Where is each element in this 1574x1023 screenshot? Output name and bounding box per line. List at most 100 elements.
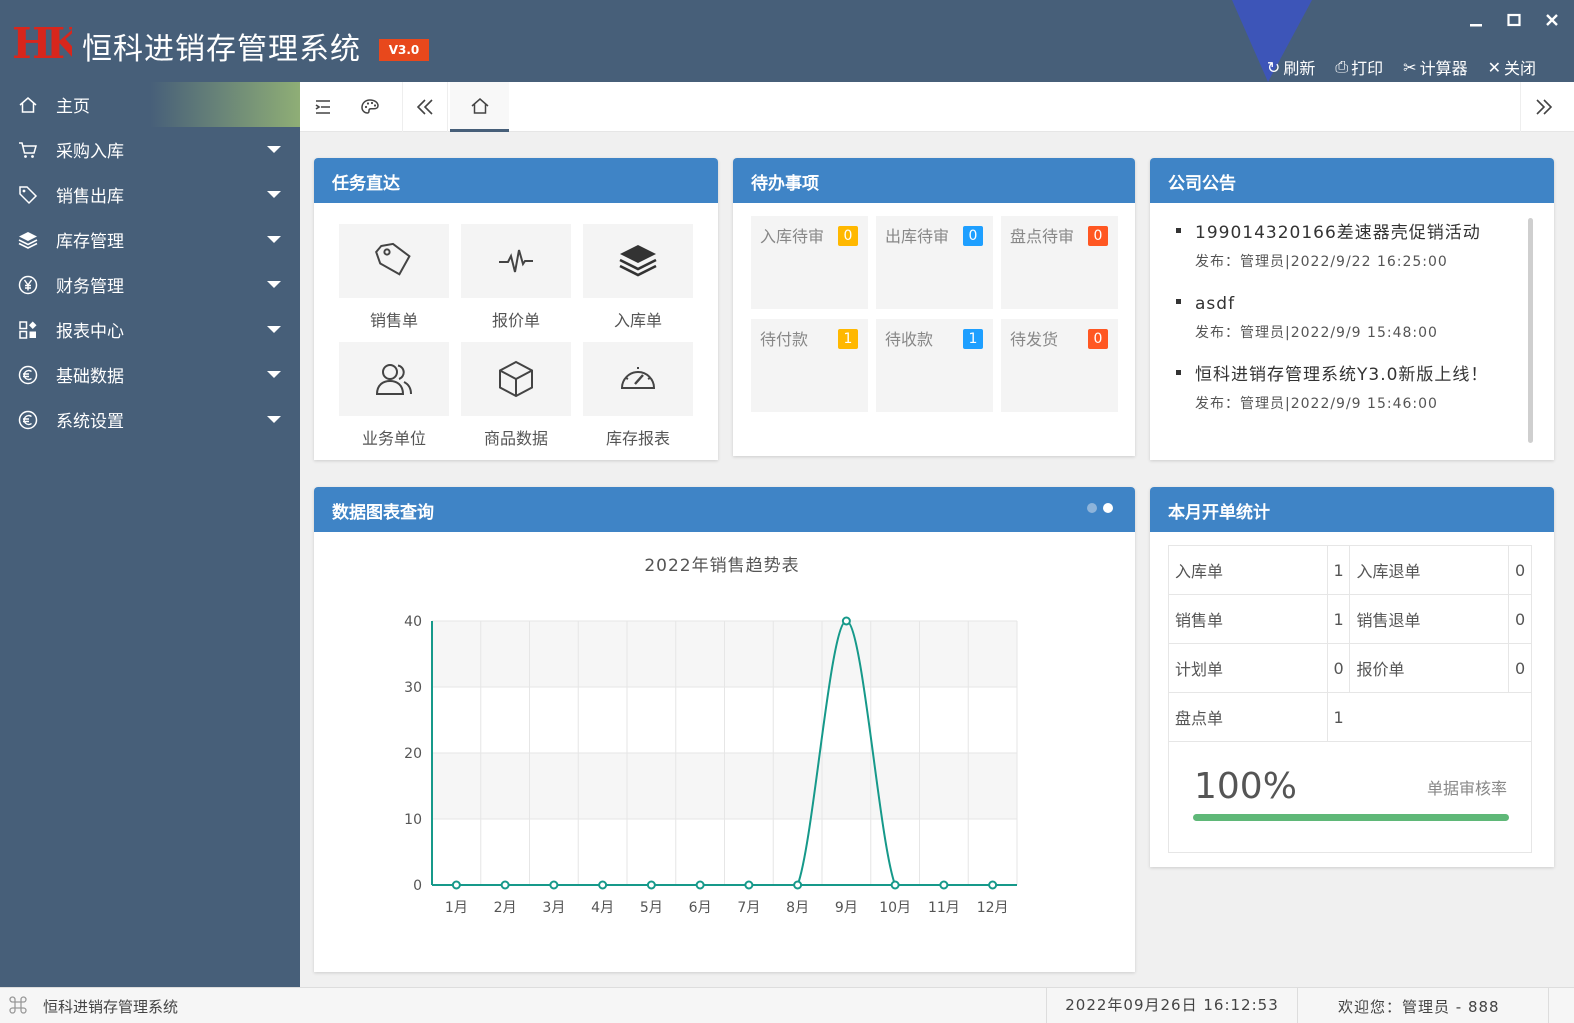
notice-panel-title: 公司公告 [1150,158,1554,203]
chart-point[interactable] [646,880,656,890]
chart-y-tick-label: 40 [404,614,422,630]
sidebar-item-purchase[interactable]: 采购入库 [0,127,300,172]
todo-pending-receipt[interactable]: 待收款 1 [876,319,993,412]
chart-x-tick-label: 6月 [689,900,712,916]
todo-stock-in-review[interactable]: 入库待审 0 [751,216,868,309]
chart-y-tick-label: 0 [413,878,422,894]
todo-panel-title: 待办事项 [733,158,1135,203]
carousel-dot-active[interactable] [1103,503,1113,513]
notice-scrollbar[interactable] [1528,218,1533,443]
stats-row: 入库单 1 入库退单 0 [1168,545,1532,595]
chart-point[interactable] [939,880,949,890]
sidebar-item-label: 采购入库 [56,142,124,162]
sidebar-item-home[interactable]: 主页 [0,82,300,127]
sidebar-item-sales[interactable]: 销售出库 [0,172,300,217]
sidebar-item-settings[interactable]: 系统设置 [0,397,300,442]
stat-label: 入库单 [1168,545,1328,595]
toggle-sidebar-button[interactable] [308,82,338,132]
stat-value: 0 [1508,643,1532,693]
stat-value: 1 [1326,594,1351,644]
todo-pending-payment[interactable]: 待付款 1 [751,319,868,412]
cube-icon [499,360,533,398]
cart-icon [19,141,37,158]
sidebar-item-base-data[interactable]: 基础数据 [0,352,300,397]
todo-count-badge: 0 [963,226,983,246]
chart-x-tick-label: 7月 [737,900,760,916]
todo-pending-shipment[interactable]: 待发货 0 [1001,319,1118,412]
stats-row: 盘点单 1 [1168,692,1533,742]
refresh-button[interactable]: ↻ 刷新 [1267,55,1315,79]
sidebar-item-inventory[interactable]: 库存管理 [0,217,300,262]
theme-button[interactable] [355,82,385,132]
status-divider [1548,988,1549,1023]
todo-stock-out-review[interactable]: 出库待审 0 [876,216,993,309]
stat-value: 0 [1508,545,1532,595]
task-product-data[interactable]: 商品数据 [461,342,571,460]
caret-down-icon [267,371,281,378]
calculator-button[interactable]: ✂ 计算器 [1403,55,1467,79]
todo-label: 待付款 [760,330,809,349]
chart-point[interactable] [988,880,998,890]
status-datetime: 2022年09月26日 16:12:53 [1046,988,1298,1023]
stat-label: 销售退单 [1349,594,1509,644]
sidebar-item-reports[interactable]: 报表中心 [0,307,300,352]
sidebar-item-finance[interactable]: 财务管理 [0,262,300,307]
stat-label: 报价单 [1349,643,1509,693]
version-badge: V3.0 [379,39,429,61]
scroll-tabs-left-button[interactable] [402,82,448,132]
todo-panel: 待办事项 入库待审 0 出库待审 0 盘点待审 0 待付款 1 待收款 1 待发货 0 [733,158,1135,456]
todo-stocktake-review[interactable]: 盘点待审 0 [1001,216,1118,309]
chart-point[interactable] [890,880,900,890]
notice-meta: 发布：管理员|2022/9/9 15:48:00 [1195,325,1438,341]
task-stock-in[interactable]: 入库单 [583,224,693,342]
caret-down-icon [267,416,281,423]
chart-point[interactable] [695,880,705,890]
home-icon [19,96,37,113]
sidebar-item-label: 系统设置 [56,412,124,432]
notice-item[interactable]: 恒科进销存管理系统Y3.0新版上线！ 发布：管理员|2022/9/9 15:46… [1175,360,1525,418]
refresh-icon: ↻ [1266,57,1281,77]
task-business-unit[interactable]: 业务单位 [339,342,449,460]
print-icon: ⎙ [1335,57,1349,76]
task-sales-order[interactable]: 销售单 [339,224,449,342]
close-button[interactable]: ✕ 关闭 [1488,55,1536,79]
task-quote[interactable]: 报价单 [461,224,571,342]
notice-title: 199014320166差速器壳促销活动 [1195,223,1481,243]
notice-title: asdf [1195,294,1236,314]
chart-point[interactable] [793,880,803,890]
command-icon [9,996,27,1014]
close-label: 关闭 [1503,59,1536,78]
stats-panel-title: 本月开单统计 [1150,487,1554,532]
chart-y-tick-label: 10 [404,812,422,828]
notice-meta: 发布：管理员|2022/9/22 16:25:00 [1195,254,1448,270]
task-stock-report[interactable]: 库存报表 [583,342,693,460]
notice-item[interactable]: 199014320166差速器壳促销活动 发布：管理员|2022/9/22 16… [1175,218,1525,276]
chart-y-tick-label: 30 [404,680,422,696]
chart-point[interactable] [598,880,608,890]
stats-table: 入库单 1 入库退单 0 销售单 1 销售退单 0 计划单 0 报价单 0 盘点… [1168,545,1533,742]
stat-label: 入库退单 [1349,545,1509,595]
todo-count-badge: 0 [1088,329,1108,349]
chart-point[interactable] [451,880,461,890]
todo-label: 入库待审 [760,227,825,246]
todo-label: 待收款 [885,330,934,349]
print-button[interactable]: ⎙ 打印 [1335,55,1383,79]
chart-x-tick-label: 11月 [928,900,960,916]
chart-point[interactable] [744,880,754,890]
minimize-button[interactable] [1466,8,1486,32]
chart-point[interactable] [841,616,851,626]
tab-home[interactable] [450,82,509,132]
close-window-button[interactable] [1542,8,1562,32]
notice-item[interactable]: asdf 发布：管理员|2022/9/9 15:48:00 [1175,289,1525,347]
scroll-tabs-right-button[interactable] [1520,82,1566,132]
chart-point[interactable] [549,880,559,890]
maximize-button[interactable] [1504,8,1524,32]
chart-x-tick-label: 12月 [977,900,1009,916]
carousel-dot[interactable] [1087,503,1097,513]
stat-value: 0 [1326,643,1351,693]
caret-down-icon [267,146,281,153]
home-icon [471,97,488,114]
chart-point[interactable] [500,880,510,890]
todo-count-badge: 1 [838,329,858,349]
layers-icon [18,231,38,249]
